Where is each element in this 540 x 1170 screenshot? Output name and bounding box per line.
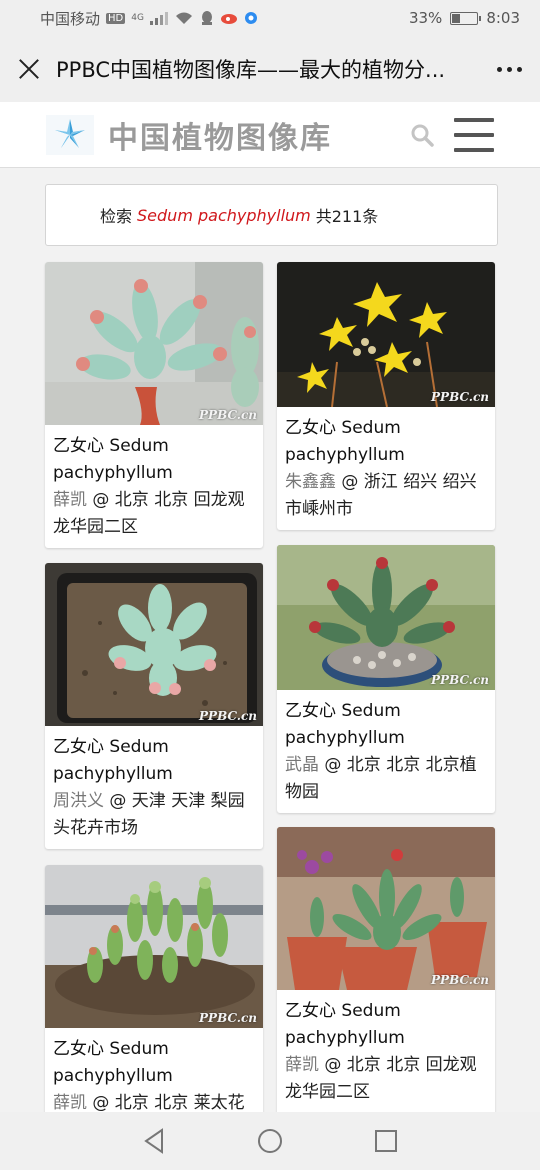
signal-icon [149, 12, 168, 25]
watermark: PPBC.cn [431, 973, 489, 987]
image-card[interactable]: PPBC.cn 乙女心 Sedum pachyphyllum 武晶 @ 北京 北… [277, 545, 495, 813]
plant-photo[interactable]: PPBC.cn [277, 827, 495, 990]
plant-photo[interactable]: PPBC.cn [277, 545, 495, 690]
network-type-label: 4G [131, 13, 144, 23]
card-plant-name: 乙女心 Sedum pachyphyllum [53, 737, 173, 784]
image-card[interactable]: PPBC.cn 乙女心 Sedum pachyphyllum 朱鑫鑫 @ 浙江 … [277, 262, 495, 530]
card-author[interactable]: 薛凯 [53, 1093, 87, 1113]
weibo-icon [220, 14, 237, 24]
image-card[interactable]: PPBC.cn 乙女心 Sedum pachyphyllum 薛凯 @ 北京 北… [277, 827, 495, 1117]
battery-percent: 33% [408, 9, 443, 27]
browser-icon [244, 12, 257, 24]
result-count: 共211条 [315, 207, 379, 226]
plant-photo[interactable]: PPBC.cn [45, 865, 263, 1028]
watermark: PPBC.cn [199, 1011, 257, 1025]
card-location: 武晶 @ 北京 北京 北京植物园 [285, 752, 487, 806]
card-plant-name: 乙女心 Sedum pachyphyllum [53, 1039, 173, 1086]
plant-photo[interactable]: PPBC.cn [277, 262, 495, 407]
back-icon[interactable] [96, 1128, 212, 1154]
recents-icon[interactable] [328, 1129, 444, 1153]
card-author[interactable]: 薛凯 [285, 1055, 319, 1075]
card-plant-name: 乙女心 Sedum pachyphyllum [285, 418, 405, 465]
battery-icon [450, 11, 482, 25]
search-icon[interactable] [410, 123, 434, 147]
wifi-icon [175, 12, 192, 24]
card-author[interactable]: 朱鑫鑫 [285, 472, 336, 492]
card-author[interactable]: 武晶 [285, 755, 319, 775]
menu-icon[interactable] [454, 117, 494, 152]
app-title-bar: PPBC中国植物图像库——最大的植物分... [0, 36, 540, 102]
card-plant-name: 乙女心 Sedum pachyphyllum [285, 1001, 405, 1048]
plant-photo[interactable]: PPBC.cn [45, 262, 263, 425]
card-plant-name: 乙女心 Sedum pachyphyllum [53, 436, 173, 483]
card-author[interactable]: 薛凯 [53, 490, 87, 510]
logo-icon[interactable] [46, 114, 94, 155]
more-icon[interactable] [497, 66, 522, 72]
watermark: PPBC.cn [199, 408, 257, 422]
watermark: PPBC.cn [431, 673, 489, 687]
card-location: 朱鑫鑫 @ 浙江 绍兴 绍兴市嵊州市 [285, 469, 487, 523]
search-term: Sedum pachyphyllum [137, 205, 311, 225]
close-icon[interactable] [18, 58, 40, 80]
watermark: PPBC.cn [199, 709, 257, 723]
watermark: PPBC.cn [431, 390, 489, 404]
qq-icon [201, 11, 212, 25]
result-prefix: 检索 [100, 207, 133, 226]
status-bar: 中国移动 HD 4G 33% 8:03 [0, 0, 540, 36]
image-card[interactable]: PPBC.cn 乙女心 Sedum pachyphyllum 薛凯 @ 北京 北… [45, 262, 263, 548]
card-author[interactable]: 周洪义 [53, 791, 104, 811]
image-card[interactable]: PPBC.cn 乙女心 Sedum pachyphyllum 薛凯 @ 北京 北… [45, 865, 263, 1125]
site-header: 中国植物图像库 [0, 102, 540, 168]
plant-photo[interactable]: PPBC.cn [45, 563, 263, 726]
carrier-label: 中国移动 [40, 9, 101, 28]
image-card[interactable]: PPBC.cn 乙女心 Sedum pachyphyllum 周洪义 @ 天津 … [45, 563, 263, 849]
clock: 8:03 [486, 9, 520, 27]
card-location: 周洪义 @ 天津 天津 梨园头花卉市场 [53, 788, 255, 842]
card-location: 薛凯 @ 北京 北京 回龙观龙华园二区 [285, 1052, 487, 1106]
logo-text[interactable]: 中国植物图像库 [108, 113, 332, 157]
home-icon[interactable] [212, 1128, 328, 1154]
hd-icon: HD [106, 12, 126, 24]
card-location: 薛凯 @ 北京 北京 回龙观龙华园二区 [53, 487, 255, 541]
search-result-summary: 检索 Sedum pachyphyllum 共211条 [45, 184, 498, 246]
system-nav-bar [0, 1112, 540, 1170]
card-plant-name: 乙女心 Sedum pachyphyllum [285, 701, 405, 748]
card-place: @ 北京 北京 莱太花 [87, 1093, 245, 1113]
page-title: PPBC中国植物图像库——最大的植物分... [56, 58, 446, 82]
